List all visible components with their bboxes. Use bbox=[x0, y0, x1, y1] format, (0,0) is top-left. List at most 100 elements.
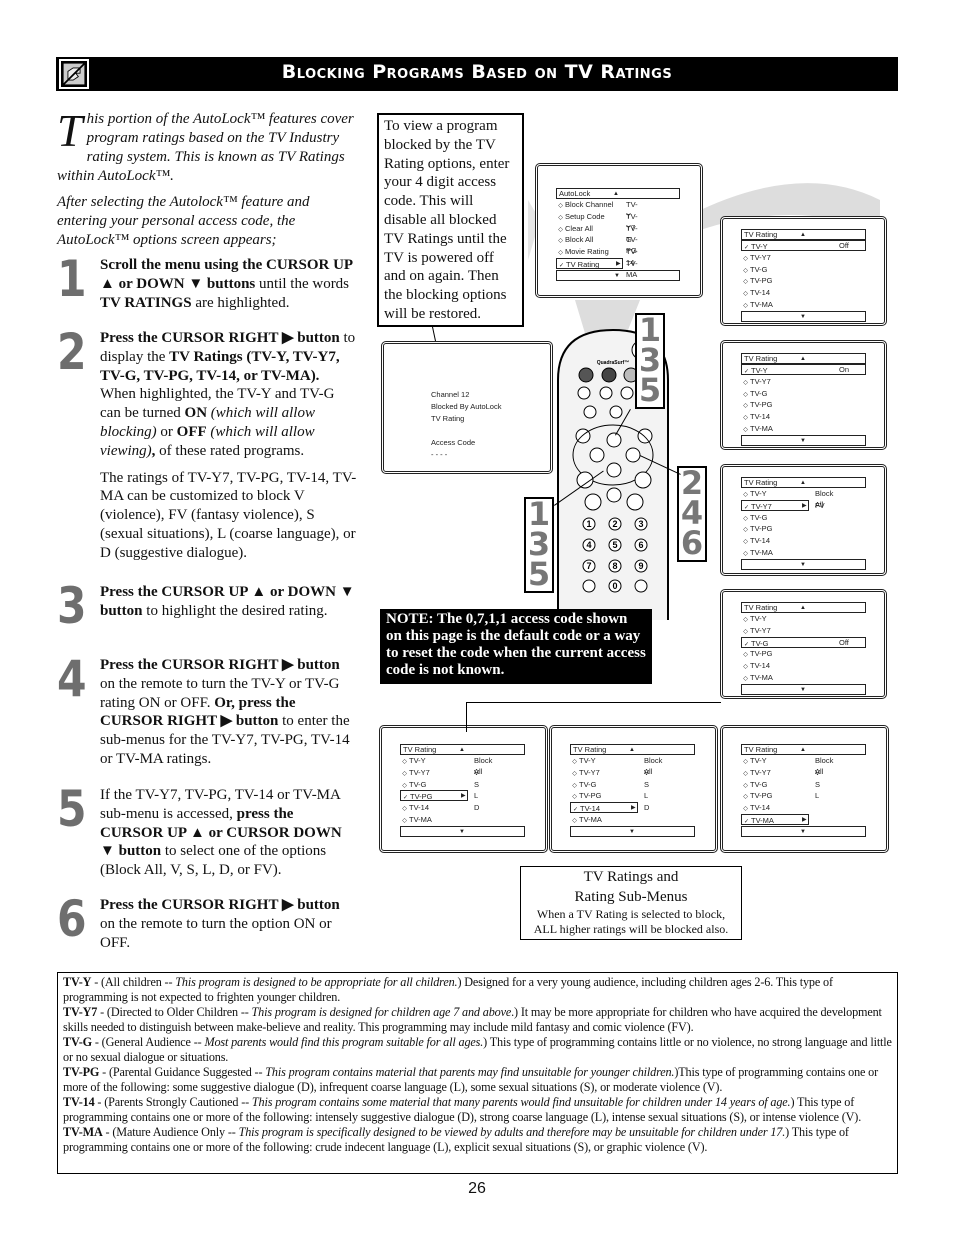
autolock-menu-item[interactable]: ◇ Setup Code bbox=[556, 211, 622, 222]
rating-label: TV-14 bbox=[409, 803, 430, 813]
tv-rating-screen: TV Rating ▲ ◇ TV-Y ◇ TV-Y7 ✓ TV-G Off ◇ TV-PG ◇ TV-1… bbox=[720, 589, 887, 699]
step-text: Scroll the menu using the CURSOR UP ▲ or… bbox=[100, 257, 353, 311]
rating-item[interactable]: ◇ TV-Y7 bbox=[741, 767, 801, 778]
step-number: 4 bbox=[57, 650, 87, 708]
rating-item[interactable]: ◇ TV-14 bbox=[741, 660, 801, 671]
menu-scroll-down[interactable]: ▼ bbox=[741, 684, 866, 695]
rating-item[interactable]: ◇ TV-PG bbox=[570, 790, 630, 801]
menu-scroll-down[interactable]: ▼ bbox=[570, 826, 695, 837]
autolock-menu-item[interactable]: ✓ TV Rating ▶ bbox=[556, 258, 623, 269]
rating-label: TV-PG bbox=[750, 400, 773, 410]
menu-title-bar: TV Rating ▲ bbox=[741, 229, 866, 240]
rating-label: TV-Y7 bbox=[750, 252, 771, 262]
rating-label: TV-Y bbox=[750, 489, 767, 498]
rating-item[interactable]: ◇ TV-14 bbox=[741, 287, 801, 298]
rating-label: TV-14 bbox=[750, 803, 771, 813]
rating-item[interactable]: ◇ TV-Y7 bbox=[741, 625, 801, 636]
svg-text:1: 1 bbox=[586, 519, 591, 529]
menu-item-label: Clear All bbox=[565, 223, 593, 233]
menu-scroll-down[interactable]: ▼ bbox=[741, 311, 866, 322]
autolock-menu-item[interactable]: ◇ Block All bbox=[556, 234, 622, 245]
rating-item[interactable]: ◇ TV-Y bbox=[741, 488, 801, 499]
rating-label: TV-MA bbox=[579, 815, 602, 824]
rating-option-value: L bbox=[644, 791, 649, 801]
rating-label: TV-Y bbox=[750, 756, 767, 765]
rating-item[interactable]: ◇ TV-14 bbox=[741, 535, 801, 546]
rating-item[interactable]: ◇ TV-G bbox=[741, 512, 801, 523]
menu-scroll-down[interactable]: ▼ bbox=[741, 435, 866, 446]
rating-item[interactable]: ◇ TV-G bbox=[741, 779, 801, 790]
rating-item[interactable]: ◇ TV-Y7 bbox=[400, 767, 460, 778]
step-2: 2 Press the CURSOR RIGHT ▶ button to dis… bbox=[57, 327, 357, 563]
step-number: 6 bbox=[57, 890, 87, 948]
rating-item[interactable]: ✓ TV-MA ▶ bbox=[741, 814, 809, 825]
rating-label: TV-G bbox=[750, 779, 768, 789]
rating-item[interactable]: ◇ TV-G bbox=[741, 264, 801, 275]
rating-item[interactable]: ◇ TV-PG bbox=[741, 648, 801, 659]
rating-option-value: S bbox=[644, 779, 650, 789]
autolock-menu-item[interactable]: ◇ Block Channel bbox=[556, 199, 622, 210]
rating-label: TV-G bbox=[750, 388, 768, 398]
step-3: 3 Press the CURSOR UP ▲ or DOWN ▼ button… bbox=[57, 581, 357, 631]
svg-text:4: 4 bbox=[586, 540, 591, 550]
rating-item[interactable]: ◇ TV-MA bbox=[741, 423, 801, 434]
rating-item[interactable]: ◇ TV-Y bbox=[741, 755, 801, 766]
rating-item[interactable]: ✓ TV-Y7 ▶ bbox=[741, 499, 809, 511]
rating-item[interactable]: ◇ TV-PG bbox=[741, 790, 801, 801]
tv-rating-screen: TV Rating ▲ ◇ TV-Y Block All ◇ TV-Y7 V ◇ TV-G S ◇ TV… bbox=[720, 725, 889, 853]
remote-brand: QuadraSurf™ bbox=[597, 360, 630, 366]
menu-scroll-down[interactable]: ▼ bbox=[741, 559, 866, 570]
intro-text: This portion of the AutoLock™ features c… bbox=[57, 108, 357, 257]
rating-label: TV-G bbox=[750, 512, 768, 522]
menu-scroll-down[interactable]: ▼ bbox=[741, 826, 866, 837]
rating-label: TV-PG bbox=[750, 649, 773, 659]
rating-option-value: D bbox=[644, 803, 650, 813]
rating-item[interactable]: ◇ TV-PG bbox=[741, 523, 801, 534]
rating-item[interactable]: ◇ TV-14 bbox=[400, 802, 460, 813]
rating-item[interactable]: ◇ TV-G bbox=[741, 388, 801, 399]
rating-option-value: S bbox=[474, 779, 480, 789]
rating-item[interactable]: ◇ TV-MA bbox=[400, 814, 460, 825]
rating-item[interactable]: ✓ TV-PG ▶ bbox=[400, 790, 468, 802]
rating-label: TV-14 bbox=[580, 804, 601, 814]
rating-item[interactable]: ◇ TV-Y7 bbox=[570, 767, 630, 778]
rating-option-value: L bbox=[815, 791, 820, 801]
rating-item[interactable]: ◇ TV-Y7 bbox=[741, 252, 801, 263]
pointer-line bbox=[466, 702, 467, 732]
autolock-menu-item[interactable]: ◇ Movie Rating bbox=[556, 246, 622, 257]
page-title: Blocking Programs Based on TV Ratings bbox=[281, 61, 673, 83]
rating-definitions: TV-Y - (All children -- This program is … bbox=[57, 972, 898, 1174]
rating-item[interactable]: ◇ TV-Y bbox=[741, 613, 801, 624]
svg-text:3: 3 bbox=[638, 519, 643, 529]
rating-label: TV-MA bbox=[750, 424, 773, 433]
rating-item[interactable]: ◇ TV-PG bbox=[741, 399, 801, 410]
rating-option-value: V bbox=[474, 767, 480, 777]
tv-rating-screen: TV Rating ▲ ✓ TV-Y Off ◇ TV-Y7 ◇ TV-G ◇ TV-PG ◇ TV-1… bbox=[720, 216, 887, 326]
rating-option-value: On bbox=[839, 365, 850, 374]
menu-scroll-down[interactable]: ▼ bbox=[400, 826, 525, 837]
rating-item[interactable]: ✓ TV-14 ▶ bbox=[570, 802, 638, 814]
tv-rating-screen: TV Rating ▲ ◇ TV-Y Block All ◇ TV-Y7 V ◇ TV-G S ✓ TV… bbox=[379, 725, 548, 853]
autolock-menu-item[interactable]: ◇ Clear All bbox=[556, 223, 622, 234]
rating-label: TV-14 bbox=[750, 412, 771, 422]
rating-item[interactable]: ◇ TV-G bbox=[570, 779, 630, 790]
step-badge-left: 135 bbox=[524, 497, 554, 593]
rating-item[interactable]: ◇ TV-MA bbox=[570, 814, 630, 825]
menu-scroll-down[interactable]: ▼ bbox=[556, 270, 680, 281]
rating-label: TV-Y bbox=[750, 614, 767, 623]
step-5: 5 If the TV-Y7, TV-PG, TV-14 or TV-MA su… bbox=[57, 784, 357, 880]
rating-item[interactable]: ◇ TV-14 bbox=[741, 411, 801, 422]
step-text: Press the CURSOR RIGHT ▶ button to displ… bbox=[100, 330, 357, 561]
rating-item[interactable]: ◇ TV-MA bbox=[741, 547, 801, 558]
submenu-arrow-icon: ▶ bbox=[802, 502, 807, 509]
rating-item[interactable]: ◇ TV-Y bbox=[570, 755, 630, 766]
rating-item[interactable]: ◇ TV-Y7 bbox=[741, 376, 801, 387]
rating-label: TV-Y bbox=[751, 366, 768, 375]
rating-item[interactable]: ◇ TV-MA bbox=[741, 672, 801, 683]
rating-label: TV-MA bbox=[409, 815, 432, 824]
rating-item[interactable]: ◇ TV-PG bbox=[741, 275, 801, 286]
rating-item[interactable]: ◇ TV-14 bbox=[741, 802, 801, 813]
rating-item[interactable]: ◇ TV-G bbox=[400, 779, 460, 790]
rating-item[interactable]: ◇ TV-MA bbox=[741, 299, 801, 310]
rating-item[interactable]: ◇ TV-Y bbox=[400, 755, 460, 766]
